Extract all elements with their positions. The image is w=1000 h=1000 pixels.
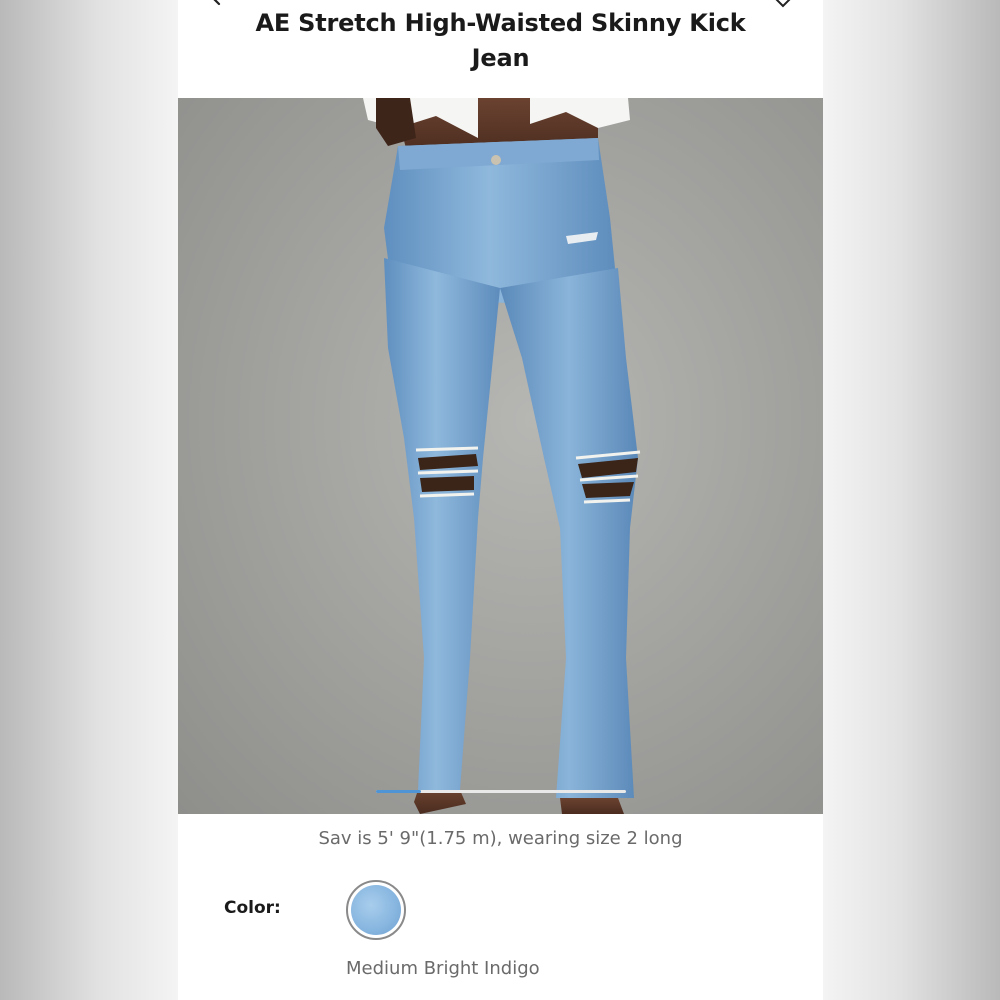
selected-color-name: Medium Bright Indigo	[346, 958, 540, 979]
carousel-progress[interactable]	[376, 790, 626, 793]
color-swatch-medium-bright-indigo[interactable]	[346, 880, 406, 940]
product-card: AE Stretch High-Waisted Skinny Kick Jean	[178, 0, 823, 1000]
product-image[interactable]	[178, 98, 823, 814]
jeans-photo	[363, 98, 641, 814]
chevron-left-icon[interactable]	[206, 0, 224, 6]
carousel-progress-fill	[376, 790, 421, 793]
heart-icon[interactable]	[771, 0, 795, 8]
product-title: AE Stretch High-Waisted Skinny Kick Jean	[255, 9, 746, 72]
color-swatch-fill	[351, 885, 401, 935]
model-size-info: Sav is 5' 9"(1.75 m), wearing size 2 lon…	[318, 828, 683, 849]
color-label: Color:	[224, 898, 281, 918]
